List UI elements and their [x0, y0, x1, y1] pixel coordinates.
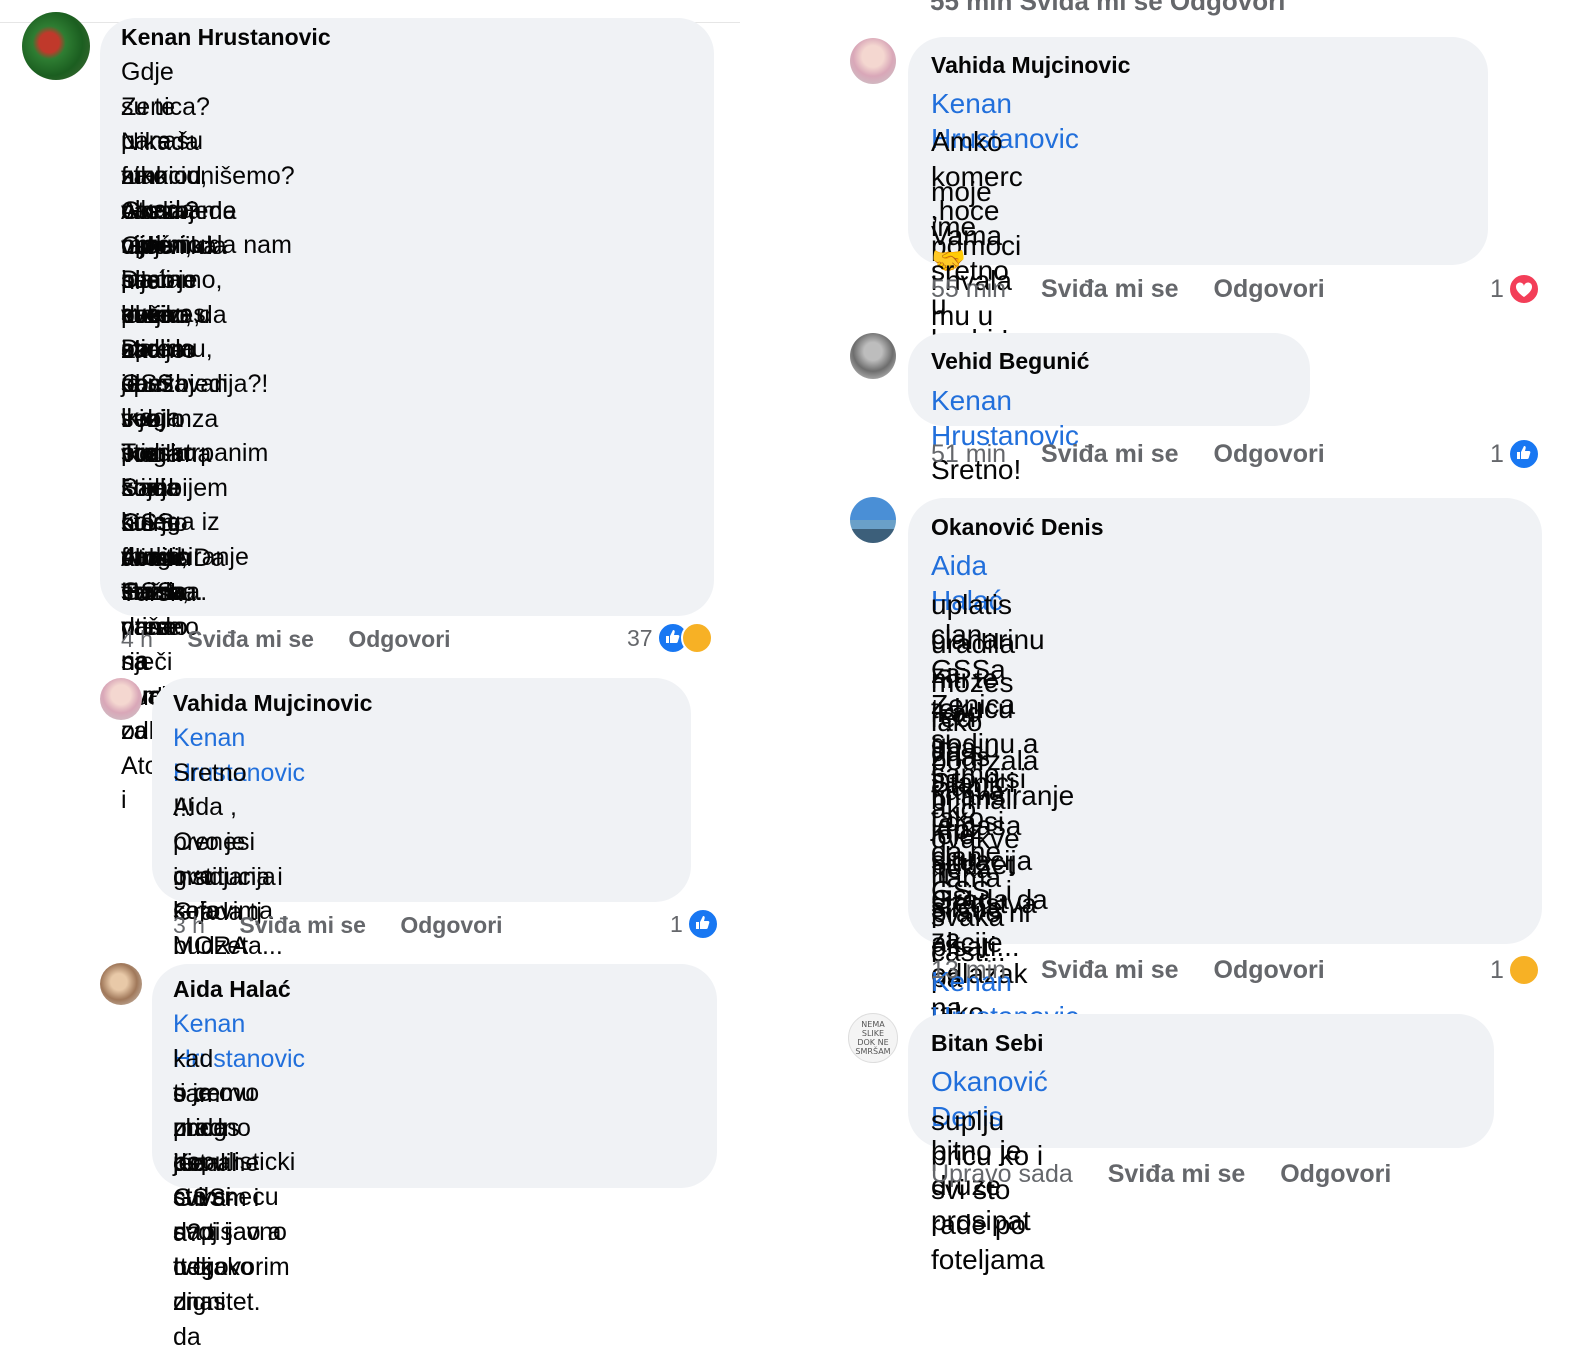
comment-meta: 4 h Sviđa mi se Odgovori [121, 626, 479, 653]
comment-time[interactable]: 51 min [931, 440, 1006, 468]
avatar[interactable] [850, 38, 896, 84]
reply-button[interactable]: Odgovori [348, 626, 450, 652]
reaction-summary[interactable]: 1 [1490, 273, 1540, 305]
previous-comment-meta: 55 min Sviđa mi se Odgovori [930, 0, 1286, 16]
reaction-summary[interactable]: 1 [1490, 438, 1540, 470]
reaction-count: 1 [1490, 955, 1504, 984]
comment-line: jer cuvam i svoj i tvoj dignitet. [173, 1149, 267, 1316]
like-button[interactable]: Sviđa mi se [1041, 275, 1179, 303]
avatar-text: NEMA SLIKE DOK NE SMRŠAM [855, 1020, 891, 1056]
comment-line: Kenan Hrustanovic Sretno! [931, 384, 1079, 488]
avatar[interactable] [850, 333, 896, 379]
reaction-count: 1 [1490, 439, 1504, 468]
comment-time[interactable]: Upravo sada [931, 1160, 1073, 1188]
comment-meta: 51 min Sviđa mi se Odgovori [931, 440, 1353, 469]
reply-button[interactable]: Odgovori [400, 912, 502, 938]
comment-meta: 3 h Sviđa mi se Odgovori [173, 912, 531, 939]
avatar[interactable] [100, 678, 142, 720]
comment-meta: 55 min Sviđa mi se Odgovori [931, 275, 1353, 304]
like-reaction-icon [686, 908, 719, 940]
care-reaction-icon [680, 622, 713, 654]
comment-time[interactable]: 3 h [173, 912, 205, 938]
like-button[interactable]: Sviđa mi se [1041, 440, 1179, 468]
reply-button[interactable]: Odgovori [1214, 440, 1325, 468]
like-button[interactable]: Sviđa mi se [1041, 956, 1179, 984]
reaction-count: 37 [627, 624, 653, 651]
comment-time[interactable]: 4 h [121, 626, 153, 652]
like-button[interactable]: Sviđa mi se [1108, 1160, 1246, 1188]
reaction-summary[interactable]: 37 [627, 622, 713, 654]
avatar[interactable] [100, 963, 142, 1005]
comment-author[interactable]: Kenan Hrustanovic [121, 24, 331, 51]
comment-author[interactable]: Okanović Denis [931, 514, 1104, 541]
reaction-count: 1 [1490, 274, 1504, 303]
reaction-summary[interactable]: 1 [1490, 954, 1540, 986]
heart-reaction-icon [1507, 273, 1540, 305]
comment-time[interactable]: 55 min [931, 275, 1006, 303]
reaction-count: 1 [670, 910, 683, 937]
comment-time[interactable]: 13 min [931, 956, 1006, 984]
comment-meta: 13 min Sviđa mi se Odgovori [931, 956, 1353, 985]
reply-button[interactable]: Odgovori [1280, 1160, 1391, 1188]
reply-button[interactable]: Odgovori [1214, 275, 1325, 303]
like-reaction-icon [1507, 438, 1540, 470]
comment-meta: Upravo sada Sviđa mi se Odgovori [931, 1160, 1419, 1189]
like-button[interactable]: Sviđa mi se [187, 626, 314, 652]
avatar[interactable] [22, 12, 90, 80]
comment-author[interactable]: Bitan Sebi [931, 1030, 1043, 1057]
comment-author[interactable]: Vahida Mujcinovic [931, 52, 1130, 79]
reply-button[interactable]: Odgovori [1214, 956, 1325, 984]
comment-author[interactable]: Vahida Mujcinovic [173, 690, 372, 717]
avatar[interactable] [850, 497, 896, 543]
care-reaction-icon [1507, 954, 1540, 986]
reaction-summary[interactable]: 1 [670, 908, 719, 940]
avatar[interactable]: NEMA SLIKE DOK NE SMRŠAM [848, 1013, 898, 1063]
like-button[interactable]: Sviđa mi se [239, 912, 366, 938]
comment-author[interactable]: Aida Halać [173, 976, 291, 1003]
comment-author[interactable]: Vehid Begunić [931, 348, 1089, 375]
comment-line: suplju pricu ko i svi sto rade po fotelj… [931, 1105, 1051, 1275]
